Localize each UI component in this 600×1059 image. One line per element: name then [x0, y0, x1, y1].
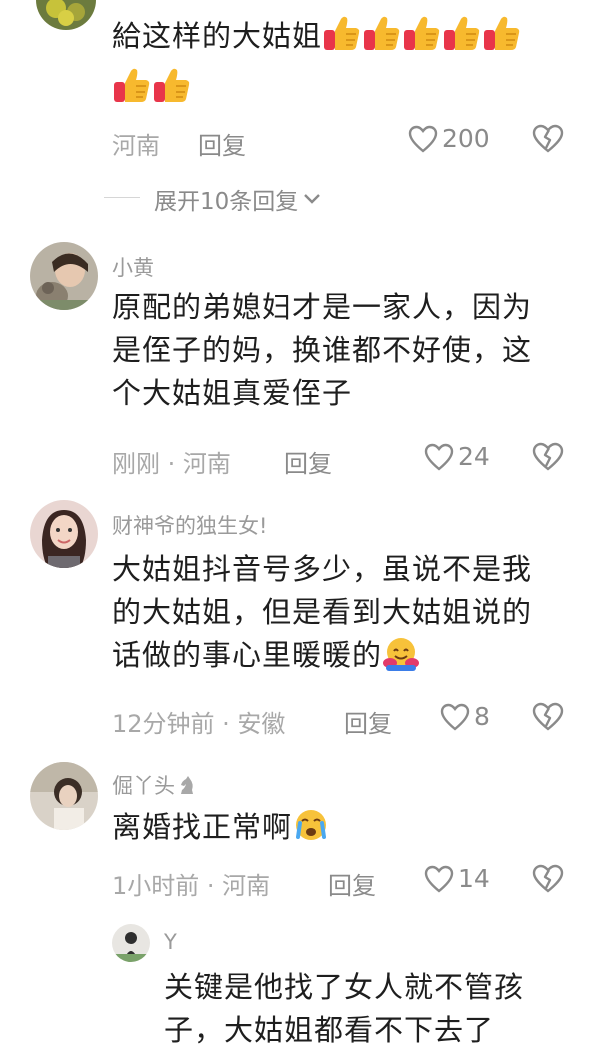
- heart-outline-icon: [440, 703, 470, 731]
- comment-text-line: 的大姑姐，但是看到大姑姐说的: [112, 595, 533, 629]
- comment-meta: 刚刚 · 河南: [112, 450, 231, 478]
- like-button[interactable]: 8: [440, 702, 490, 731]
- comment-text-line: 原配的弟媳妇才是一家人，因为: [112, 290, 533, 324]
- thumbs-up-emoji: [362, 14, 402, 64]
- comment-text: 給这样的大姑姐: [112, 14, 572, 64]
- comment-text: 离婚找正常啊: [112, 806, 582, 855]
- like-count: 8: [474, 702, 490, 731]
- like-count: 14: [458, 864, 490, 893]
- avatar-xiaohuang[interactable]: [30, 242, 98, 310]
- heart-outline-icon: [424, 865, 454, 893]
- avatar-top-comment[interactable]: [36, 0, 96, 30]
- dislike-button[interactable]: [532, 702, 564, 736]
- like-button[interactable]: 24: [424, 442, 490, 471]
- broken-heart-icon: [532, 864, 564, 893]
- hugging-face-emoji: [382, 635, 420, 683]
- comment-text-line: 子，大姑姐都看不下去了: [164, 1013, 495, 1047]
- comment-text-line: 关键是他找了女人就不管孩: [164, 970, 525, 1004]
- expand-replies-label: 展开10条回复: [154, 189, 299, 215]
- comment-text-line: 个大姑姐真爱侄子: [112, 376, 353, 410]
- expand-divider: [104, 197, 140, 198]
- comment-text-line: 话做的事心里暖暖的: [112, 638, 383, 672]
- dislike-button[interactable]: [532, 864, 564, 898]
- comment-meta: 1小时前 · 河南: [112, 872, 271, 900]
- dislike-button[interactable]: [532, 442, 564, 476]
- chevron-down-icon: [304, 194, 321, 204]
- thumbs-up-emoji: [442, 14, 482, 64]
- reply-button[interactable]: 回复: [344, 704, 392, 739]
- avatar-jueyatou[interactable]: [30, 762, 98, 830]
- comment-text: 关键是他找了女人就不管孩 子，大姑姐都看不下去了: [164, 966, 584, 1052]
- comment-text: 原配的弟媳妇才是一家人，因为 是侄子的妈，换谁都不好使，这 个大姑姐真爱侄子: [112, 286, 582, 415]
- chess-knight-icon: [181, 776, 193, 794]
- comment-location: 河南: [112, 132, 160, 160]
- broken-heart-icon: [532, 442, 564, 471]
- reply-button[interactable]: 回复: [328, 866, 376, 901]
- thumbs-up-emoji: [322, 14, 362, 64]
- username[interactable]: 小黄: [112, 252, 154, 282]
- avatar-caishenye[interactable]: [30, 500, 98, 568]
- like-button[interactable]: 14: [424, 864, 490, 893]
- heart-outline-icon: [408, 125, 438, 153]
- username[interactable]: 财神爷的独生女!: [112, 510, 267, 540]
- thumbs-up-emoji: [112, 66, 152, 108]
- like-button[interactable]: 200: [408, 124, 490, 153]
- thumbs-up-emoji-group: [322, 16, 522, 53]
- dislike-button[interactable]: [532, 124, 564, 158]
- reply-button[interactable]: 回复: [284, 444, 332, 479]
- comment-text-content: 給这样的大姑姐: [112, 19, 323, 53]
- username[interactable]: 倔丫头: [112, 770, 197, 800]
- heart-outline-icon: [424, 443, 454, 471]
- username-text: 倔丫头: [112, 774, 175, 798]
- thumbs-up-emoji-group: [112, 66, 192, 108]
- comment-text-line: 大姑姐抖音号多少，虽说不是我: [112, 552, 533, 586]
- comment-text: 大姑姐抖音号多少，虽说不是我 的大姑姐，但是看到大姑姐说的 话做的事心里暖暖的: [112, 548, 582, 683]
- thumbs-up-emoji: [482, 14, 522, 64]
- comment-text-line: 是侄子的妈，换谁都不好使，这: [112, 333, 533, 367]
- comment-meta: 12分钟前 · 安徽: [112, 710, 286, 738]
- username[interactable]: Y: [164, 930, 177, 954]
- comment-text-content: 离婚找正常啊: [112, 810, 293, 844]
- avatar-y[interactable]: [112, 924, 150, 962]
- reply-button[interactable]: 回复: [198, 126, 246, 161]
- thumbs-up-emoji: [402, 14, 442, 64]
- expand-replies-button[interactable]: 展开10条回复: [154, 182, 322, 216]
- crying-face-emoji: [292, 807, 330, 855]
- like-count: 200: [442, 124, 490, 153]
- like-count: 24: [458, 442, 490, 471]
- broken-heart-icon: [532, 702, 564, 731]
- broken-heart-icon: [532, 124, 564, 153]
- thumbs-up-emoji: [152, 66, 192, 108]
